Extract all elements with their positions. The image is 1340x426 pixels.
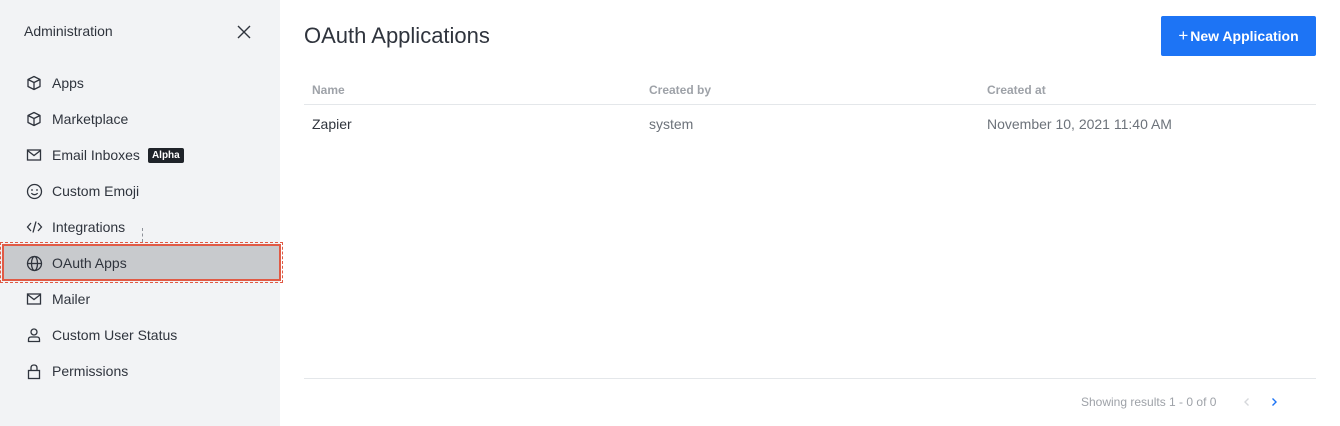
alpha-badge: Alpha: [147, 147, 184, 163]
sidebar-item-apps[interactable]: Apps: [0, 65, 280, 101]
sidebar-title: Administration: [24, 23, 113, 39]
new-application-button[interactable]: + New Application: [1161, 16, 1316, 56]
column-header-name[interactable]: Name: [312, 83, 345, 97]
sidebar-item-label: Mailer: [52, 291, 91, 307]
cell-created-at: November 10, 2021 11:40 AM: [987, 116, 1172, 132]
cell-created-by: system: [649, 116, 694, 132]
sidebar-item-permissions[interactable]: Permissions: [0, 353, 280, 389]
table-row[interactable]: Zapier system November 10, 2021 11:40 AM: [304, 105, 1316, 145]
cell-name: Zapier: [312, 116, 352, 132]
new-application-label: New Application: [1190, 28, 1299, 44]
plus-icon: +: [1178, 26, 1189, 45]
page-title: OAuth Applications: [304, 23, 490, 48]
sidebar-item-oauth-apps[interactable]: OAuth Apps: [0, 245, 280, 281]
sidebar-nav: Apps Marketplace Email Inboxes Alpha Cus…: [0, 65, 280, 389]
mail-icon: [25, 290, 43, 308]
cube-icon: [25, 110, 43, 128]
sidebar-item-custom-user-status[interactable]: Custom User Status: [0, 317, 280, 353]
column-header-created-at[interactable]: Created at: [987, 83, 1046, 97]
sidebar-item-label: Custom Emoji: [52, 183, 140, 199]
globe-icon: [25, 254, 43, 272]
emoji-icon: [25, 182, 43, 200]
pagination-summary: Showing results 1 - 0 of 0: [1081, 395, 1217, 409]
chevron-right-icon[interactable]: [1267, 394, 1281, 410]
sidebar-item-label: Custom User Status: [52, 327, 178, 343]
sidebar-item-label: Marketplace: [52, 111, 129, 127]
mail-icon: [25, 146, 43, 164]
table-footer-divider: [304, 378, 1316, 379]
sidebar-item-email-inboxes[interactable]: Email Inboxes Alpha: [0, 137, 280, 173]
sidebar-item-label: OAuth Apps: [52, 255, 127, 271]
sidebar-item-custom-emoji[interactable]: Custom Emoji: [0, 173, 280, 209]
user-icon: [25, 326, 43, 344]
table-header: Name Created by Created at: [304, 72, 1316, 105]
sidebar-item-label: Permissions: [52, 363, 129, 379]
column-header-created-by[interactable]: Created by: [649, 83, 711, 97]
lock-icon: [25, 362, 43, 380]
sidebar-item-label: Apps: [52, 75, 84, 91]
sidebar-item-marketplace[interactable]: Marketplace: [0, 101, 280, 137]
oauth-apps-table: Name Created by Created at Zapier system…: [304, 72, 1316, 145]
code-icon: [25, 218, 43, 236]
sidebar-item-mailer[interactable]: Mailer: [0, 281, 280, 317]
sidebar-item-integrations[interactable]: Integrations: [0, 209, 280, 245]
sidebar-header: Administration: [24, 22, 254, 42]
chevron-left-icon[interactable]: [1240, 394, 1254, 410]
sidebar-item-label: Integrations: [52, 219, 126, 235]
sidebar-item-label: Email Inboxes: [52, 147, 140, 163]
cube-icon: [25, 74, 43, 92]
admin-sidebar: Administration Apps Marketplace Email In…: [0, 0, 283, 426]
main-content: OAuth Applications + New Application Nam…: [280, 0, 1340, 426]
close-icon[interactable]: [234, 22, 254, 42]
